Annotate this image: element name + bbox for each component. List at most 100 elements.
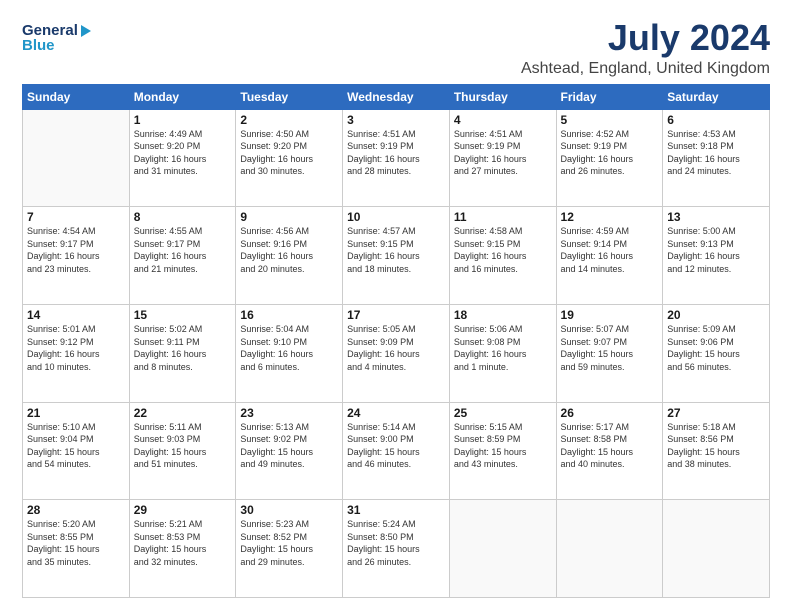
day-info: Sunrise: 4:53 AM Sunset: 9:18 PM Dayligh… <box>667 128 765 178</box>
calendar-cell-w1-d4: 4Sunrise: 4:51 AM Sunset: 9:19 PM Daylig… <box>449 109 556 207</box>
day-number: 28 <box>27 503 125 517</box>
day-number: 23 <box>240 406 338 420</box>
calendar-header-row: Sunday Monday Tuesday Wednesday Thursday… <box>23 84 770 109</box>
header-friday: Friday <box>556 84 663 109</box>
calendar-cell-w1-d2: 2Sunrise: 4:50 AM Sunset: 9:20 PM Daylig… <box>236 109 343 207</box>
calendar-cell-w4-d4: 25Sunrise: 5:15 AM Sunset: 8:59 PM Dayli… <box>449 402 556 500</box>
calendar-cell-w3-d6: 20Sunrise: 5:09 AM Sunset: 9:06 PM Dayli… <box>663 304 770 402</box>
calendar-cell-w5-d6 <box>663 500 770 598</box>
day-info: Sunrise: 5:21 AM Sunset: 8:53 PM Dayligh… <box>134 518 232 568</box>
day-number: 2 <box>240 113 338 127</box>
day-info: Sunrise: 4:51 AM Sunset: 9:19 PM Dayligh… <box>454 128 552 178</box>
day-info: Sunrise: 4:58 AM Sunset: 9:15 PM Dayligh… <box>454 225 552 275</box>
week-row-2: 7Sunrise: 4:54 AM Sunset: 9:17 PM Daylig… <box>23 207 770 305</box>
week-row-4: 21Sunrise: 5:10 AM Sunset: 9:04 PM Dayli… <box>23 402 770 500</box>
day-number: 11 <box>454 210 552 224</box>
calendar-cell-w2-d5: 12Sunrise: 4:59 AM Sunset: 9:14 PM Dayli… <box>556 207 663 305</box>
calendar-cell-w2-d4: 11Sunrise: 4:58 AM Sunset: 9:15 PM Dayli… <box>449 207 556 305</box>
page-title: July 2024 <box>521 18 770 58</box>
header-wednesday: Wednesday <box>343 84 450 109</box>
header: General Blue July 2024 Ashtead, England,… <box>22 18 770 78</box>
day-number: 20 <box>667 308 765 322</box>
day-number: 6 <box>667 113 765 127</box>
day-number: 18 <box>454 308 552 322</box>
day-info: Sunrise: 4:54 AM Sunset: 9:17 PM Dayligh… <box>27 225 125 275</box>
day-info: Sunrise: 4:51 AM Sunset: 9:19 PM Dayligh… <box>347 128 445 178</box>
calendar-cell-w4-d2: 23Sunrise: 5:13 AM Sunset: 9:02 PM Dayli… <box>236 402 343 500</box>
calendar-cell-w1-d1: 1Sunrise: 4:49 AM Sunset: 9:20 PM Daylig… <box>129 109 236 207</box>
day-number: 16 <box>240 308 338 322</box>
day-info: Sunrise: 5:14 AM Sunset: 9:00 PM Dayligh… <box>347 421 445 471</box>
day-info: Sunrise: 4:57 AM Sunset: 9:15 PM Dayligh… <box>347 225 445 275</box>
day-number: 21 <box>27 406 125 420</box>
day-number: 13 <box>667 210 765 224</box>
week-row-5: 28Sunrise: 5:20 AM Sunset: 8:55 PM Dayli… <box>23 500 770 598</box>
calendar-cell-w4-d6: 27Sunrise: 5:18 AM Sunset: 8:56 PM Dayli… <box>663 402 770 500</box>
day-number: 26 <box>561 406 659 420</box>
calendar-cell-w3-d3: 17Sunrise: 5:05 AM Sunset: 9:09 PM Dayli… <box>343 304 450 402</box>
day-number: 29 <box>134 503 232 517</box>
page-subtitle: Ashtead, England, United Kingdom <box>521 60 770 78</box>
calendar-cell-w1-d5: 5Sunrise: 4:52 AM Sunset: 9:19 PM Daylig… <box>556 109 663 207</box>
calendar-cell-w5-d1: 29Sunrise: 5:21 AM Sunset: 8:53 PM Dayli… <box>129 500 236 598</box>
logo-blue: Blue <box>22 37 55 54</box>
calendar-cell-w2-d2: 9Sunrise: 4:56 AM Sunset: 9:16 PM Daylig… <box>236 207 343 305</box>
calendar-cell-w3-d5: 19Sunrise: 5:07 AM Sunset: 9:07 PM Dayli… <box>556 304 663 402</box>
day-number: 24 <box>347 406 445 420</box>
calendar-cell-w3-d2: 16Sunrise: 5:04 AM Sunset: 9:10 PM Dayli… <box>236 304 343 402</box>
calendar-cell-w4-d5: 26Sunrise: 5:17 AM Sunset: 8:58 PM Dayli… <box>556 402 663 500</box>
day-info: Sunrise: 5:18 AM Sunset: 8:56 PM Dayligh… <box>667 421 765 471</box>
day-number: 5 <box>561 113 659 127</box>
header-tuesday: Tuesday <box>236 84 343 109</box>
calendar-cell-w5-d3: 31Sunrise: 5:24 AM Sunset: 8:50 PM Dayli… <box>343 500 450 598</box>
day-info: Sunrise: 5:10 AM Sunset: 9:04 PM Dayligh… <box>27 421 125 471</box>
calendar-cell-w5-d2: 30Sunrise: 5:23 AM Sunset: 8:52 PM Dayli… <box>236 500 343 598</box>
day-info: Sunrise: 5:06 AM Sunset: 9:08 PM Dayligh… <box>454 323 552 373</box>
day-info: Sunrise: 4:49 AM Sunset: 9:20 PM Dayligh… <box>134 128 232 178</box>
day-info: Sunrise: 5:13 AM Sunset: 9:02 PM Dayligh… <box>240 421 338 471</box>
calendar-cell-w1-d0 <box>23 109 130 207</box>
day-number: 31 <box>347 503 445 517</box>
day-number: 15 <box>134 308 232 322</box>
calendar-cell-w2-d3: 10Sunrise: 4:57 AM Sunset: 9:15 PM Dayli… <box>343 207 450 305</box>
day-info: Sunrise: 4:56 AM Sunset: 9:16 PM Dayligh… <box>240 225 338 275</box>
calendar-cell-w1-d6: 6Sunrise: 4:53 AM Sunset: 9:18 PM Daylig… <box>663 109 770 207</box>
calendar-cell-w1-d3: 3Sunrise: 4:51 AM Sunset: 9:19 PM Daylig… <box>343 109 450 207</box>
day-info: Sunrise: 5:24 AM Sunset: 8:50 PM Dayligh… <box>347 518 445 568</box>
day-number: 12 <box>561 210 659 224</box>
page: General Blue July 2024 Ashtead, England,… <box>0 0 792 612</box>
calendar-cell-w2-d1: 8Sunrise: 4:55 AM Sunset: 9:17 PM Daylig… <box>129 207 236 305</box>
day-info: Sunrise: 4:50 AM Sunset: 9:20 PM Dayligh… <box>240 128 338 178</box>
day-number: 7 <box>27 210 125 224</box>
day-number: 30 <box>240 503 338 517</box>
calendar-cell-w2-d0: 7Sunrise: 4:54 AM Sunset: 9:17 PM Daylig… <box>23 207 130 305</box>
day-info: Sunrise: 5:15 AM Sunset: 8:59 PM Dayligh… <box>454 421 552 471</box>
day-info: Sunrise: 5:20 AM Sunset: 8:55 PM Dayligh… <box>27 518 125 568</box>
day-number: 3 <box>347 113 445 127</box>
day-info: Sunrise: 4:59 AM Sunset: 9:14 PM Dayligh… <box>561 225 659 275</box>
calendar-cell-w4-d3: 24Sunrise: 5:14 AM Sunset: 9:00 PM Dayli… <box>343 402 450 500</box>
day-info: Sunrise: 5:07 AM Sunset: 9:07 PM Dayligh… <box>561 323 659 373</box>
calendar-cell-w5-d4 <box>449 500 556 598</box>
header-sunday: Sunday <box>23 84 130 109</box>
day-info: Sunrise: 5:11 AM Sunset: 9:03 PM Dayligh… <box>134 421 232 471</box>
day-info: Sunrise: 5:09 AM Sunset: 9:06 PM Dayligh… <box>667 323 765 373</box>
header-saturday: Saturday <box>663 84 770 109</box>
day-number: 10 <box>347 210 445 224</box>
day-number: 4 <box>454 113 552 127</box>
header-thursday: Thursday <box>449 84 556 109</box>
logo: General Blue <box>22 22 91 54</box>
calendar-cell-w2-d6: 13Sunrise: 5:00 AM Sunset: 9:13 PM Dayli… <box>663 207 770 305</box>
calendar-cell-w5-d5 <box>556 500 663 598</box>
day-info: Sunrise: 4:55 AM Sunset: 9:17 PM Dayligh… <box>134 225 232 275</box>
week-row-3: 14Sunrise: 5:01 AM Sunset: 9:12 PM Dayli… <box>23 304 770 402</box>
day-info: Sunrise: 5:01 AM Sunset: 9:12 PM Dayligh… <box>27 323 125 373</box>
day-info: Sunrise: 5:02 AM Sunset: 9:11 PM Dayligh… <box>134 323 232 373</box>
day-number: 8 <box>134 210 232 224</box>
header-monday: Monday <box>129 84 236 109</box>
calendar-cell-w3-d4: 18Sunrise: 5:06 AM Sunset: 9:08 PM Dayli… <box>449 304 556 402</box>
calendar-cell-w4-d0: 21Sunrise: 5:10 AM Sunset: 9:04 PM Dayli… <box>23 402 130 500</box>
day-number: 1 <box>134 113 232 127</box>
day-number: 17 <box>347 308 445 322</box>
day-number: 22 <box>134 406 232 420</box>
